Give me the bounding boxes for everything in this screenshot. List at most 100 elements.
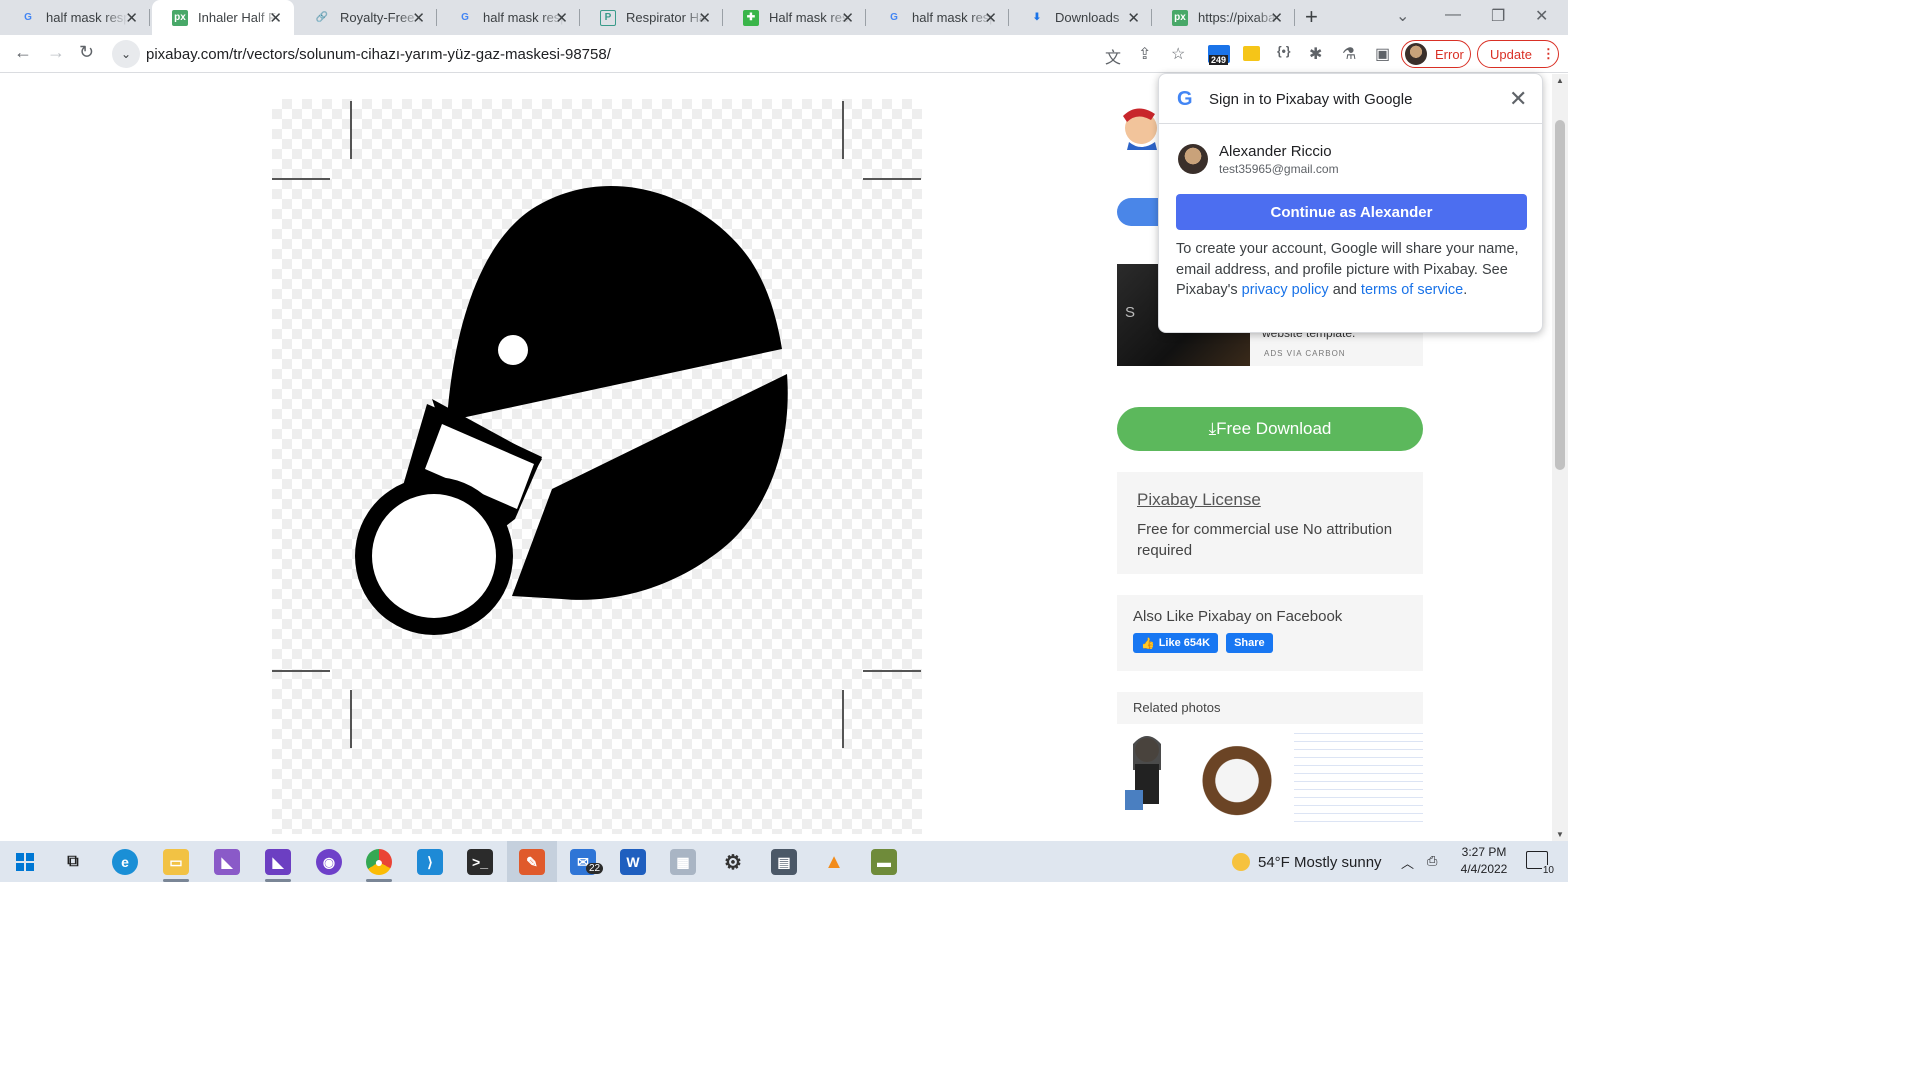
yellow-extension-icon[interactable]: [1243, 46, 1260, 61]
license-link[interactable]: Pixabay License: [1137, 490, 1403, 510]
windows-start-icon[interactable]: [16, 853, 34, 871]
visual-studio-icon[interactable]: ◣: [265, 849, 291, 875]
page-scrollbar[interactable]: ▲ ▼: [1552, 74, 1568, 841]
tab-8[interactable]: ⬇ Downloads ✕: [1009, 0, 1152, 35]
profile-error-label: Error: [1435, 46, 1464, 62]
tab-close-icon[interactable]: ✕: [412, 9, 425, 27]
tab-close-icon[interactable]: ✕: [125, 9, 138, 27]
account-name: Alexander Riccio: [1219, 143, 1332, 160]
tab-5[interactable]: P Respirator Hal ✕: [580, 0, 723, 35]
related-photo-woman[interactable]: [1117, 730, 1177, 822]
scrollbar-thumb[interactable]: [1555, 120, 1565, 470]
related-photos: [1117, 730, 1423, 825]
network-app-icon[interactable]: ▦: [670, 849, 696, 875]
side-panel-icon[interactable]: ▣: [1375, 44, 1390, 64]
continue-button[interactable]: Continue as Alexander: [1176, 194, 1527, 230]
chrome-icon[interactable]: ●: [366, 849, 392, 875]
tab-close-icon[interactable]: ✕: [269, 9, 282, 27]
free-download-button[interactable]: ⤓ Free Download: [1117, 407, 1423, 451]
word-icon[interactable]: W: [620, 849, 646, 875]
app-icon[interactable]: ▬: [871, 849, 897, 875]
ad-via-label: ADS VIA CARBON: [1264, 349, 1346, 358]
terminal-icon[interactable]: >_: [467, 849, 493, 875]
facebook-share-button[interactable]: Share: [1226, 633, 1273, 653]
windows-taskbar: ⧉ e ▭ ◣ ◣ ◉ ● ⟩ >_ ✎ ✉ 22 W ▦ ⚙ ▤ ▲ ▬ 54…: [0, 841, 1568, 882]
bookmark-star-icon[interactable]: ☆: [1171, 44, 1185, 64]
minimize-icon[interactable]: —: [1445, 6, 1461, 24]
edge-icon[interactable]: e: [112, 849, 138, 875]
facebook-like-button[interactable]: 👍 Like 654K: [1133, 633, 1219, 653]
tray-chevron-icon[interactable]: ︿: [1401, 853, 1414, 872]
extension-icon[interactable]: 249: [1208, 45, 1230, 65]
facebook-title: Also Like Pixabay on Facebook: [1133, 608, 1343, 625]
tab-2[interactable]: px Inhaler Half Fa ✕: [152, 0, 294, 35]
tab-6[interactable]: ✚ Half mask resp ✕: [723, 0, 866, 35]
site-info-icon[interactable]: ⌄: [112, 40, 140, 68]
terms-of-service-link[interactable]: terms of service: [1361, 282, 1463, 298]
google-icon: G: [24, 12, 32, 23]
visual-studio-preview-icon[interactable]: ◣: [214, 849, 240, 875]
tab-close-icon[interactable]: ✕: [984, 9, 997, 27]
clock[interactable]: 3:27 PM 4/4/2022: [1453, 844, 1515, 878]
json-extension-icon[interactable]: {•}: [1277, 44, 1291, 58]
extensions-puzzle-icon[interactable]: ✱: [1309, 44, 1322, 64]
scroll-up-icon[interactable]: ▲: [1556, 76, 1564, 85]
tab-title: Inhaler Half Fa: [198, 10, 280, 25]
related-photo-coconut[interactable]: [1187, 730, 1287, 822]
like-button[interactable]: [1117, 198, 1159, 226]
tab-title: Royalty-Free (: [340, 10, 422, 25]
mail-badge: 22: [586, 863, 604, 874]
tab-1[interactable]: G half mask resp ✕: [0, 0, 150, 35]
tab-3[interactable]: 🔗 Royalty-Free ( ✕: [294, 0, 437, 35]
notification-center-icon[interactable]: 10: [1526, 851, 1555, 876]
tab-close-icon[interactable]: ✕: [698, 9, 711, 27]
google-signin-popup: G Sign in to Pixabay with Google ✕ Alexa…: [1158, 73, 1543, 333]
scroll-down-icon[interactable]: ▼: [1556, 830, 1564, 839]
tab-close-icon[interactable]: ✕: [841, 9, 854, 27]
facebook-like-label: Like 654K: [1158, 637, 1211, 649]
settings-gear-icon[interactable]: ⚙: [720, 849, 746, 875]
uploader-avatar[interactable]: [1117, 100, 1161, 150]
tab-close-icon[interactable]: ✕: [1270, 9, 1283, 27]
vscode-icon[interactable]: ⟩: [417, 849, 443, 875]
update-button[interactable]: Update ⋮: [1477, 40, 1559, 68]
green-icon: ✚: [743, 9, 759, 26]
file-explorer-icon[interactable]: ▭: [163, 849, 189, 875]
profile-avatar: [1405, 43, 1427, 65]
task-view-icon[interactable]: ⧉: [60, 849, 86, 875]
tab-7[interactable]: G half mask resp ✕: [866, 0, 1009, 35]
vlc-icon[interactable]: ▲: [821, 849, 847, 875]
tab-search-icon[interactable]: ⌄: [1396, 6, 1409, 26]
popup-header: G Sign in to Pixabay with Google ✕: [1159, 74, 1542, 124]
network-icon[interactable]: ⎙: [1427, 853, 1437, 869]
url-text[interactable]: pixabay.com/tr/vectors/solunum-cihazı-ya…: [146, 46, 611, 63]
new-tab-icon[interactable]: +: [1305, 4, 1318, 30]
reload-icon[interactable]: ↻: [79, 42, 94, 63]
profile-error-button[interactable]: Error: [1401, 40, 1471, 68]
close-icon[interactable]: ✕: [1509, 86, 1527, 112]
maximize-icon[interactable]: ❐: [1491, 6, 1505, 26]
close-window-icon[interactable]: ✕: [1535, 6, 1548, 26]
forward-icon[interactable]: →: [47, 42, 65, 63]
weather-widget[interactable]: 54°F Mostly sunny: [1232, 853, 1382, 871]
share-icon[interactable]: ⇪: [1138, 44, 1151, 64]
tab-title: half mask resp: [483, 10, 565, 25]
popup-description: To create your account, Google will shar…: [1176, 239, 1526, 301]
active-app-icon[interactable]: ✎: [519, 849, 545, 875]
translate-icon[interactable]: 文: [1105, 44, 1121, 68]
related-photo-wireframe-face[interactable]: [1294, 730, 1423, 822]
github-desktop-icon[interactable]: ◉: [316, 849, 342, 875]
tab-title: half mask resp: [46, 10, 128, 25]
tab-9[interactable]: px https://pixaba ✕: [1152, 0, 1295, 35]
respirator-mask-illustration: [355, 185, 788, 635]
tab-4[interactable]: G half mask resp ✕: [437, 0, 580, 35]
calculator-icon[interactable]: ▤: [771, 849, 797, 875]
google-icon: G: [461, 12, 469, 23]
privacy-policy-link[interactable]: privacy policy: [1242, 282, 1329, 298]
address-bar[interactable]: ⌄ pixabay.com/tr/vectors/solunum-cihazı-…: [112, 39, 1102, 69]
tab-close-icon[interactable]: ✕: [555, 9, 568, 27]
tab-close-icon[interactable]: ✕: [1127, 9, 1140, 27]
facebook-box: Also Like Pixabay on Facebook 👍 Like 654K…: [1117, 595, 1423, 671]
back-icon[interactable]: ←: [14, 42, 32, 63]
lab-flask-icon[interactable]: ⚗: [1342, 44, 1356, 64]
